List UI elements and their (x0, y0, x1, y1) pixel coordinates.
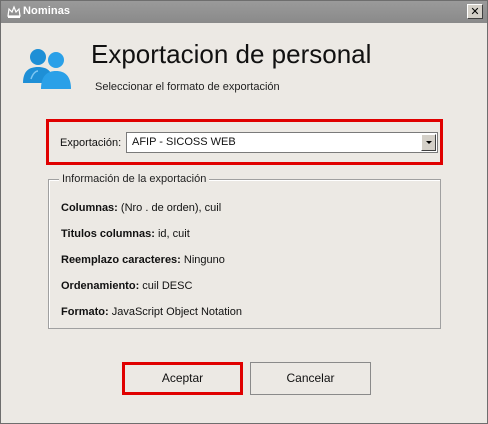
export-format-section: Exportación: AFIP - SICOSS WEB (46, 119, 443, 165)
chevron-down-icon[interactable] (421, 134, 436, 151)
title-bar[interactable]: Nominas ✕ (1, 1, 487, 23)
info-value: JavaScript Object Notation (111, 306, 242, 318)
dialog-window: Nominas ✕ Exportacion de personal Selecc… (0, 0, 488, 424)
info-row-titulos: Titulos columnas: id, cuit (61, 228, 190, 240)
info-row-reemplazo: Reemplazo caracteres: Ninguno (61, 254, 225, 266)
info-value: id, cuit (157, 228, 190, 240)
export-format-value: AFIP - SICOSS WEB (132, 136, 236, 148)
info-row-columnas: Columnas: (Nro . de orden), cuil (61, 202, 221, 214)
info-value: Ninguno (183, 254, 225, 266)
close-button[interactable]: ✕ (467, 4, 483, 19)
info-value: (Nro . de orden), cuil (120, 202, 222, 214)
export-label: Exportación: (60, 137, 122, 149)
info-key: Formato: (61, 306, 109, 318)
info-key: Ordenamiento: (61, 280, 140, 292)
page-title: Exportacion de personal (91, 39, 372, 69)
info-key: Columnas: (61, 202, 118, 214)
app-crown-icon (7, 5, 21, 18)
cancel-button[interactable]: Cancelar (250, 362, 371, 395)
export-info-group: Información de la exportación Columnas: … (48, 173, 441, 329)
accept-button[interactable]: Aceptar (122, 362, 243, 395)
info-row-ordenamiento: Ordenamiento: cuil DESC (61, 280, 192, 292)
info-value: cuil DESC (142, 280, 193, 292)
export-info-legend: Información de la exportación (59, 173, 210, 185)
info-row-formato: Formato: JavaScript Object Notation (61, 306, 242, 318)
info-key: Titulos columnas: (61, 228, 155, 240)
info-key: Reemplazo caracteres: (61, 254, 181, 266)
window-title: Nominas (23, 5, 71, 17)
people-icon (23, 49, 71, 89)
page-subtitle: Seleccionar el formato de exportación (95, 81, 280, 93)
export-format-select[interactable]: AFIP - SICOSS WEB (126, 132, 438, 153)
